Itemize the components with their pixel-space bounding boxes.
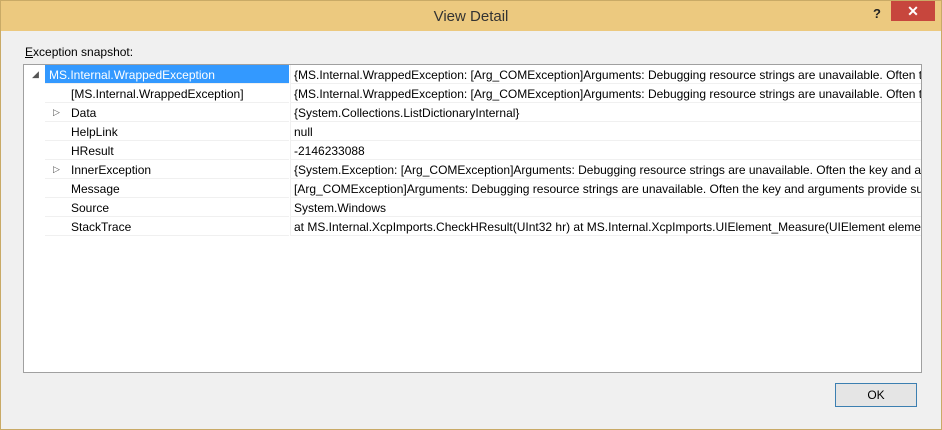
property-name-cell[interactable]: HResult (45, 141, 289, 160)
property-name: HResult (71, 144, 114, 158)
property-value: -2146233088 (294, 144, 365, 158)
property-value-cell[interactable]: System.Windows (290, 198, 921, 217)
property-value-cell[interactable]: [Arg_COMException]Arguments: Debugging r… (290, 179, 921, 198)
grid-row[interactable]: ▷ Data {System.Collections.ListDictionaryI… (24, 103, 921, 122)
property-name-cell[interactable]: HelpLink (45, 122, 289, 141)
ok-button[interactable]: OK (835, 383, 917, 407)
property-name: MS.Internal.WrappedException (49, 68, 215, 82)
grid-row[interactable]: ◢ MS.Internal.WrappedException {MS.Interna… (24, 65, 921, 84)
grid-row[interactable]: ▷ InnerException {System.Exception: [Arg_C… (24, 160, 921, 179)
property-value-cell[interactable]: -2146233088 (290, 141, 921, 160)
property-name-cell[interactable]: Source (45, 198, 289, 217)
property-value-cell[interactable]: {MS.Internal.WrappedException: [Arg_COME… (290, 84, 921, 103)
property-value-cell[interactable]: at MS.Internal.XcpImports.CheckHResult(U… (290, 217, 921, 236)
property-value: {System.Exception: [Arg_COMException]Arg… (294, 163, 921, 177)
property-name: StackTrace (71, 220, 132, 234)
grid-row[interactable]: StackTrace at MS.Internal.XcpImports.Che… (24, 217, 921, 236)
property-name-cell[interactable]: MS.Internal.WrappedException (45, 65, 289, 84)
close-icon: ✕ (907, 3, 919, 19)
property-name: HelpLink (71, 125, 118, 139)
title-bar[interactable]: View Detail ? ✕ (1, 1, 941, 31)
property-name: Data (71, 106, 97, 120)
exception-snapshot-label: Exception snapshot: (25, 45, 134, 59)
grid-row[interactable]: HelpLink null (24, 122, 921, 141)
property-value: [Arg_COMException]Arguments: Debugging r… (294, 182, 921, 196)
property-value: {System.Collections.ListDictionaryIntern… (294, 106, 520, 120)
property-value: null (294, 125, 313, 139)
close-button[interactable]: ✕ (891, 1, 935, 21)
grid-row[interactable]: HResult -2146233088 (24, 141, 921, 160)
property-value: {MS.Internal.WrappedException: [Arg_COME… (294, 68, 921, 82)
property-name: Message (71, 182, 120, 196)
property-value-cell[interactable]: {System.Collections.ListDictionaryIntern… (290, 103, 921, 122)
grid-row[interactable]: Source System.Windows (24, 198, 921, 217)
property-name-cell[interactable]: [MS.Internal.WrappedException] (45, 84, 289, 103)
property-name-cell[interactable]: Data (45, 103, 289, 122)
property-value-cell[interactable]: {System.Exception: [Arg_COMException]Arg… (290, 160, 921, 179)
dialog-title: View Detail (433, 8, 509, 25)
property-name-cell[interactable]: InnerException (45, 160, 289, 179)
property-name: [MS.Internal.WrappedException] (71, 87, 244, 101)
property-name: Source (71, 201, 110, 215)
property-value: at MS.Internal.XcpImports.CheckHResult(U… (294, 220, 921, 234)
property-value-cell[interactable]: null (290, 122, 921, 141)
property-name: InnerException (71, 163, 152, 177)
property-name-cell[interactable]: Message (45, 179, 289, 198)
property-value: System.Windows (294, 201, 387, 215)
grid-row[interactable]: Message [Arg_COMException]Arguments: Debu… (24, 179, 921, 198)
property-value: {MS.Internal.WrappedException: [Arg_COME… (294, 87, 921, 101)
property-value-cell[interactable]: {MS.Internal.WrappedException: [Arg_COME… (290, 65, 921, 84)
grid-row[interactable]: [MS.Internal.WrappedException] {MS.Intern… (24, 84, 921, 103)
property-name-cell[interactable]: StackTrace (45, 217, 289, 236)
view-detail-dialog: View Detail ? ✕ Exception snapshot: ◢ MS.… (0, 0, 942, 430)
collapse-arrow-icon[interactable]: ◢ (32, 70, 40, 79)
exception-property-grid[interactable]: ◢ MS.Internal.WrappedException {MS.Interna… (23, 64, 922, 373)
help-button[interactable]: ? (867, 5, 887, 23)
